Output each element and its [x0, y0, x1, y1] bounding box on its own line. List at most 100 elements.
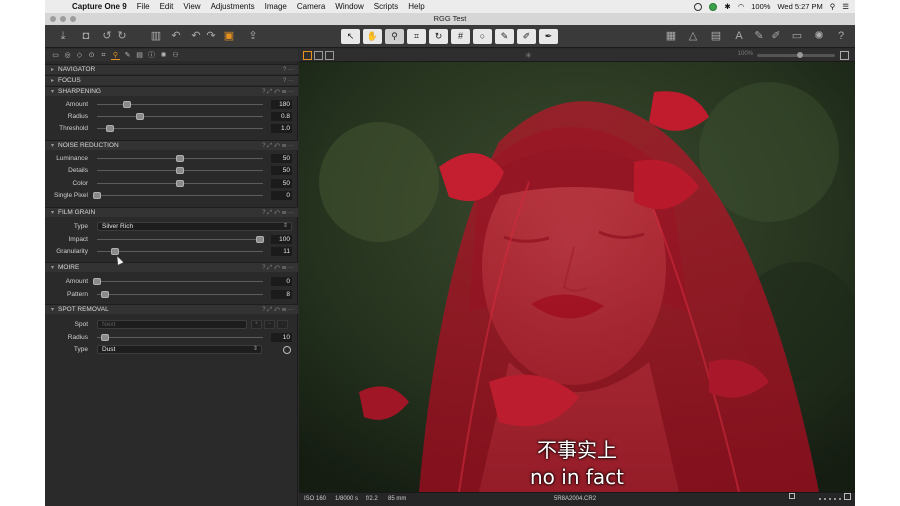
slider-knob[interactable]	[101, 334, 110, 341]
zoom-window-button[interactable]	[70, 16, 76, 22]
record-icon[interactable]	[694, 2, 703, 11]
focus-header[interactable]: ▸ FOCUS ? ···	[45, 75, 298, 85]
moire-pattern-value[interactable]: 8	[271, 290, 292, 299]
single-pixel-slider[interactable]	[93, 192, 263, 199]
wb-picker-icon[interactable]: ✒	[539, 29, 558, 44]
moire-header[interactable]: ▾ MOIRE ? ⤢ ↶ ☰ ···	[45, 262, 298, 272]
gear-icon[interactable]: ✺	[812, 29, 826, 43]
green-status-icon[interactable]	[709, 2, 718, 11]
print-icon[interactable]: ▭	[790, 29, 804, 43]
grid-view-icon[interactable]	[844, 493, 851, 500]
slider-knob[interactable]	[176, 180, 184, 187]
text-icon[interactable]: A	[732, 29, 746, 43]
film-grain-header[interactable]: ▾ FILM GRAIN ? ⤢ ↶ ☰ ···	[45, 207, 298, 217]
section-controls[interactable]: ? ···	[283, 76, 294, 86]
show-spots-icon[interactable]	[283, 346, 291, 354]
moire-amount-slider[interactable]	[93, 278, 263, 285]
section-controls[interactable]: ? ···	[283, 65, 294, 75]
spot-radius-slider[interactable]	[97, 334, 263, 341]
rotate-left-icon[interactable]: ↺	[100, 29, 114, 43]
pan-hand-icon[interactable]: ✋	[363, 29, 382, 44]
capture-tab-icon[interactable]: ◎	[63, 51, 72, 60]
sharpening-radius-value[interactable]: 0.8	[271, 112, 292, 121]
luminance-slider[interactable]	[97, 155, 263, 162]
menu-scripts[interactable]: Scripts	[369, 2, 403, 11]
library-tab-icon[interactable]: ▭	[51, 51, 60, 60]
help-icon[interactable]: ?	[834, 29, 848, 43]
edit-icon[interactable]: ✎	[752, 29, 766, 43]
battery-percent[interactable]: 100%	[751, 2, 770, 11]
zoom-icon[interactable]: ⚲	[385, 29, 404, 44]
calendar-icon[interactable]: ▤	[709, 29, 723, 43]
sharpening-amount-slider[interactable]	[97, 101, 263, 108]
sharpening-amount-value[interactable]: 180	[271, 100, 292, 109]
info-tab-icon[interactable]: ⓘ	[147, 51, 156, 60]
slider-knob[interactable]	[255, 236, 264, 243]
sharpening-threshold-slider[interactable]	[97, 125, 263, 132]
menu-file[interactable]: File	[132, 2, 155, 11]
zoom-slider[interactable]	[757, 52, 835, 58]
spot-removal-header[interactable]: ▾ SPOT REMOVAL ? ⤢ ↶ ☰ ···	[45, 304, 298, 314]
spot-select[interactable]: Next	[97, 320, 247, 329]
spot-options-button[interactable]: ·	[277, 320, 288, 329]
color-value[interactable]: 50	[271, 179, 292, 188]
section-controls[interactable]: ? ⤢ ↶ ☰ ···	[262, 87, 294, 97]
details-tab-icon[interactable]: ⚲	[111, 51, 120, 60]
undo-icon[interactable]: ↶	[189, 29, 203, 43]
clock[interactable]: Wed 5:27 PM	[777, 2, 822, 11]
rotate-icon[interactable]: ↻	[429, 29, 448, 44]
composition-tab-icon[interactable]: ⌗	[99, 51, 108, 60]
batch-tab-icon[interactable]: ⚇	[171, 51, 180, 60]
slider-knob[interactable]	[176, 167, 184, 174]
wifi-icon[interactable]: ◠	[738, 2, 745, 11]
menu-help[interactable]: Help	[403, 2, 429, 11]
menu-edit[interactable]: Edit	[155, 2, 179, 11]
spot-radius-value[interactable]: 10	[271, 333, 292, 342]
keystone-icon[interactable]: #	[451, 29, 470, 44]
redo-icon[interactable]: ↷	[204, 29, 218, 43]
noise-reduction-header[interactable]: ▾ NOISE REDUCTION ? ⤢ ↶ ☰ ···	[45, 140, 298, 150]
rotate-right-icon[interactable]: ↻	[115, 29, 129, 43]
moire-pattern-slider[interactable]	[97, 291, 263, 298]
slider-knob[interactable]	[136, 113, 145, 120]
slider-knob[interactable]	[93, 192, 101, 199]
slider-knob[interactable]	[122, 101, 131, 108]
section-controls[interactable]: ? ⤢ ↶ ☰ ···	[262, 305, 294, 315]
close-window-button[interactable]	[50, 16, 56, 22]
impact-value[interactable]: 100	[271, 235, 292, 244]
zoom-knob[interactable]	[797, 52, 803, 58]
moire-amount-value[interactable]: 0	[271, 277, 292, 286]
details-slider[interactable]	[97, 167, 263, 174]
minimize-window-button[interactable]	[60, 16, 66, 22]
section-controls[interactable]: ? ⤢ ↶ ☰ ···	[262, 263, 294, 273]
notification-icon[interactable]: ☰	[842, 2, 849, 11]
menu-view[interactable]: View	[178, 2, 205, 11]
menu-camera[interactable]: Camera	[292, 2, 330, 11]
slider-knob[interactable]	[93, 278, 101, 285]
spot-add-button[interactable]: +	[251, 320, 262, 329]
grid-icon[interactable]: ▦	[664, 29, 678, 43]
select-box-icon[interactable]	[789, 493, 795, 499]
image-viewer[interactable]: 不事实上 no in fact	[299, 62, 855, 492]
granularity-slider[interactable]	[97, 248, 263, 255]
luminance-value[interactable]: 50	[271, 154, 292, 163]
spot-remove-button[interactable]: −	[264, 320, 275, 329]
sharpening-header[interactable]: ▾ SHARPENING ? ⤢ ↶ ☰ ···	[45, 86, 298, 96]
sharpening-radius-slider[interactable]	[97, 113, 263, 120]
output-tab-icon[interactable]: ✺	[159, 51, 168, 60]
picker-icon[interactable]: ✐	[517, 29, 536, 44]
rating-dots[interactable]	[819, 498, 841, 500]
spot-icon[interactable]: ○	[473, 29, 492, 44]
select-cursor-icon[interactable]: ↖	[341, 29, 360, 44]
fullscreen-view-icon[interactable]	[325, 51, 334, 60]
granularity-value[interactable]: 11	[271, 247, 292, 256]
warning-icon[interactable]: △	[686, 29, 700, 43]
sharpening-threshold-value[interactable]: 1.0	[271, 124, 292, 133]
impact-slider[interactable]	[97, 236, 264, 243]
slider-knob[interactable]	[176, 155, 184, 162]
camera-icon[interactable]: ◘	[79, 29, 93, 43]
spotlight-icon[interactable]: ⚲	[830, 2, 836, 11]
section-controls[interactable]: ? ⤢ ↶ ☰ ···	[262, 208, 294, 218]
grain-type-select[interactable]: Silver Rich ⇕	[97, 222, 292, 231]
section-controls[interactable]: ? ⤢ ↶ ☰ ···	[262, 141, 294, 151]
